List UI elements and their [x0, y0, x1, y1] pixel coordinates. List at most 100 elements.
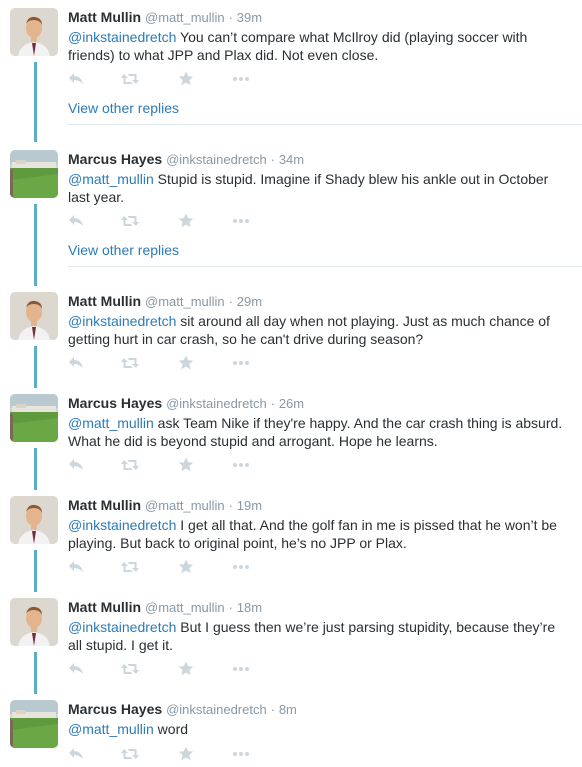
separator-dot: ·	[228, 294, 233, 309]
reply-icon[interactable]	[68, 356, 84, 370]
author-name[interactable]: Matt Mullin	[68, 497, 141, 513]
author-name[interactable]: Marcus Hayes	[68, 395, 162, 411]
tweet-actions	[68, 71, 288, 87]
author-name[interactable]: Matt Mullin	[68, 599, 141, 615]
tweet[interactable]: Matt Mullin @matt_mullin · 18m @inkstain…	[0, 598, 582, 688]
mention-link[interactable]: @matt_mullin	[68, 721, 154, 737]
avatar[interactable]	[10, 598, 58, 646]
more-icon[interactable]	[232, 564, 250, 570]
avatar[interactable]	[10, 150, 58, 198]
more-icon[interactable]	[232, 462, 250, 468]
author-name[interactable]: Marcus Hayes	[68, 701, 162, 717]
tweet-header: Marcus Hayes @inkstainedretch · 8m	[68, 700, 572, 719]
timestamp[interactable]: 18m	[237, 600, 262, 615]
tweet-header: Matt Mullin @matt_mullin · 29m	[68, 292, 572, 311]
view-other-replies-link[interactable]: View other replies	[68, 100, 179, 116]
avatar-image	[10, 598, 58, 646]
tweet[interactable]: Matt Mullin @matt_mullin · 19m @inkstain…	[0, 496, 582, 586]
reply-icon[interactable]	[68, 747, 84, 761]
reply-icon[interactable]	[68, 662, 84, 676]
favorite-icon[interactable]	[178, 213, 194, 228]
timestamp[interactable]: 39m	[237, 10, 262, 25]
timestamp[interactable]: 19m	[237, 498, 262, 513]
tweet[interactable]: Marcus Hayes @inkstainedretch · 26m @mat…	[0, 394, 582, 484]
tweet-text: @inkstainedretch You can’t compare what …	[68, 28, 568, 64]
tweet-header: Matt Mullin @matt_mullin · 19m	[68, 496, 572, 515]
tweet-actions	[68, 457, 288, 473]
reply-icon[interactable]	[68, 458, 84, 472]
avatar-image	[10, 292, 58, 340]
author-handle[interactable]: @inkstainedretch	[166, 396, 267, 411]
favorite-icon[interactable]	[178, 746, 194, 761]
more-icon[interactable]	[232, 666, 250, 672]
tweet-actions	[68, 661, 288, 677]
separator-dot: ·	[228, 10, 233, 25]
author-name[interactable]: Matt Mullin	[68, 293, 141, 309]
tweet-header: Marcus Hayes @inkstainedretch · 26m	[68, 394, 572, 413]
avatar-image	[10, 496, 58, 544]
reply-icon[interactable]	[68, 560, 84, 574]
favorite-icon[interactable]	[178, 559, 194, 574]
author-handle[interactable]: @matt_mullin	[145, 600, 225, 615]
author-handle[interactable]: @inkstainedretch	[166, 152, 267, 167]
separator-dot: ·	[270, 702, 275, 717]
avatar[interactable]	[10, 394, 58, 442]
tweet-text: @matt_mullin word	[68, 720, 568, 738]
tweet-actions	[68, 355, 288, 371]
avatar[interactable]	[10, 700, 58, 748]
mention-link[interactable]: @inkstainedretch	[68, 313, 176, 329]
tweet-text: @inkstainedretch I get all that. And the…	[68, 516, 568, 552]
mention-link[interactable]: @inkstainedretch	[68, 517, 176, 533]
favorite-icon[interactable]	[178, 457, 194, 472]
tweet-actions	[68, 746, 288, 762]
timestamp[interactable]: 8m	[279, 702, 297, 717]
avatar[interactable]	[10, 292, 58, 340]
timestamp[interactable]: 29m	[237, 294, 262, 309]
retweet-icon[interactable]	[120, 560, 140, 574]
retweet-icon[interactable]	[120, 662, 140, 676]
avatar-image	[10, 700, 58, 748]
more-icon[interactable]	[232, 218, 250, 224]
separator-dot: ·	[270, 396, 275, 411]
avatar[interactable]	[10, 8, 58, 56]
mention-link[interactable]: @inkstainedretch	[68, 619, 176, 635]
reply-icon[interactable]	[68, 72, 84, 86]
reply-icon[interactable]	[68, 214, 84, 228]
mention-link[interactable]: @matt_mullin	[68, 171, 154, 187]
tweet[interactable]: Marcus Hayes @inkstainedretch · 8m @matt…	[0, 700, 582, 767]
avatar[interactable]	[10, 496, 58, 544]
timestamp[interactable]: 26m	[279, 396, 304, 411]
timestamp[interactable]: 34m	[279, 152, 304, 167]
more-icon[interactable]	[232, 751, 250, 757]
separator-dot: ·	[228, 498, 233, 513]
tweet-text: @inkstainedretch sit around all day when…	[68, 312, 568, 348]
author-name[interactable]: Matt Mullin	[68, 9, 141, 25]
tweet-body: word	[153, 721, 189, 737]
tweet-actions	[68, 559, 288, 575]
retweet-icon[interactable]	[120, 356, 140, 370]
author-handle[interactable]: @inkstainedretch	[166, 702, 267, 717]
retweet-icon[interactable]	[120, 747, 140, 761]
author-name[interactable]: Marcus Hayes	[68, 151, 162, 167]
separator-dot: ·	[228, 600, 233, 615]
tweet-text: @inkstainedretch But I guess then we’re …	[68, 618, 568, 654]
tweet[interactable]: Matt Mullin @matt_mullin · 29m @inkstain…	[0, 292, 582, 382]
more-icon[interactable]	[232, 76, 250, 82]
tweet-header: Marcus Hayes @inkstainedretch · 34m	[68, 150, 572, 169]
favorite-icon[interactable]	[178, 355, 194, 370]
mention-link[interactable]: @matt_mullin	[68, 415, 154, 431]
favorite-icon[interactable]	[178, 71, 194, 86]
favorite-icon[interactable]	[178, 661, 194, 676]
avatar-image	[10, 150, 58, 198]
view-other-replies-link[interactable]: View other replies	[68, 242, 179, 258]
more-icon[interactable]	[232, 360, 250, 366]
tweet-text: @matt_mullin ask Team Nike if they're ha…	[68, 414, 568, 450]
mention-link[interactable]: @inkstainedretch	[68, 29, 176, 45]
tweet-text: @matt_mullin Stupid is stupid. Imagine i…	[68, 170, 568, 206]
author-handle[interactable]: @matt_mullin	[145, 294, 225, 309]
author-handle[interactable]: @matt_mullin	[145, 498, 225, 513]
author-handle[interactable]: @matt_mullin	[145, 10, 225, 25]
retweet-icon[interactable]	[120, 214, 140, 228]
retweet-icon[interactable]	[120, 458, 140, 472]
retweet-icon[interactable]	[120, 72, 140, 86]
